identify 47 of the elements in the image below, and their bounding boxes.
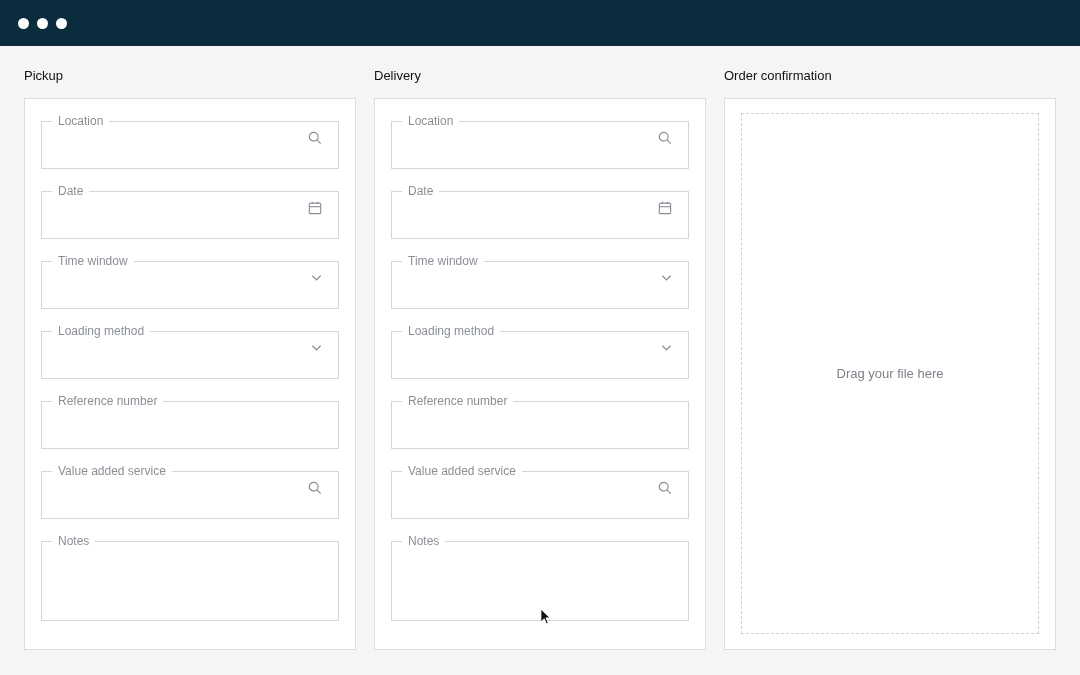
input-field[interactable]: Value added service (391, 463, 689, 519)
input-field[interactable]: Time window (391, 253, 689, 309)
field-label: Reference number (407, 393, 509, 409)
input-field[interactable]: Time window (41, 253, 339, 309)
field-label: Time window (407, 253, 479, 269)
input-field[interactable]: Reference number (41, 393, 339, 449)
field-label: Location (407, 113, 455, 129)
calendar-icon[interactable] (658, 200, 672, 215)
field-label: Date (407, 183, 435, 199)
input-field[interactable]: Value added service (41, 463, 339, 519)
dropzone-text: Drag your file here (836, 366, 944, 381)
field-label: Notes (407, 533, 441, 549)
section-title: Pickup (24, 67, 65, 85)
field-label: Time window (57, 253, 129, 269)
input-field[interactable]: Location (391, 113, 689, 169)
chevron-down-icon[interactable] (311, 273, 322, 282)
field-label: Loading method (407, 323, 496, 339)
section-title: Delivery (374, 67, 422, 85)
field-label: Date (57, 183, 85, 199)
chevron-down-icon[interactable] (661, 343, 672, 352)
input-field[interactable]: Date (41, 183, 339, 239)
input-field[interactable]: Date (391, 183, 689, 239)
input-field[interactable]: Loading method (41, 323, 339, 379)
input-field[interactable]: Notes (41, 533, 339, 621)
field-label: Reference number (57, 393, 159, 409)
field-label: Notes (57, 533, 91, 549)
section-title: Order confirmation (724, 67, 833, 85)
field-label: Value added service (57, 463, 167, 479)
field-label: Value added service (407, 463, 517, 479)
input-field[interactable]: Location (41, 113, 339, 169)
search-icon[interactable] (658, 130, 672, 145)
file-dropzone[interactable]: Drag your file here (741, 113, 1039, 634)
search-icon[interactable] (658, 480, 672, 495)
input-field[interactable]: Reference number (391, 393, 689, 449)
chevron-down-icon[interactable] (311, 343, 322, 352)
search-icon[interactable] (308, 480, 322, 495)
field-label: Location (57, 113, 105, 129)
field-label: Loading method (57, 323, 146, 339)
chevron-down-icon[interactable] (661, 273, 672, 282)
window-control-icon[interactable] (56, 17, 67, 29)
search-icon[interactable] (308, 130, 322, 145)
pointer-cursor-icon (540, 608, 551, 625)
window-control-icon[interactable] (37, 17, 48, 29)
calendar-icon[interactable] (308, 200, 322, 215)
input-field[interactable]: Notes (391, 533, 689, 621)
input-field[interactable]: Loading method (391, 323, 689, 379)
window-control-icon[interactable] (18, 17, 29, 29)
